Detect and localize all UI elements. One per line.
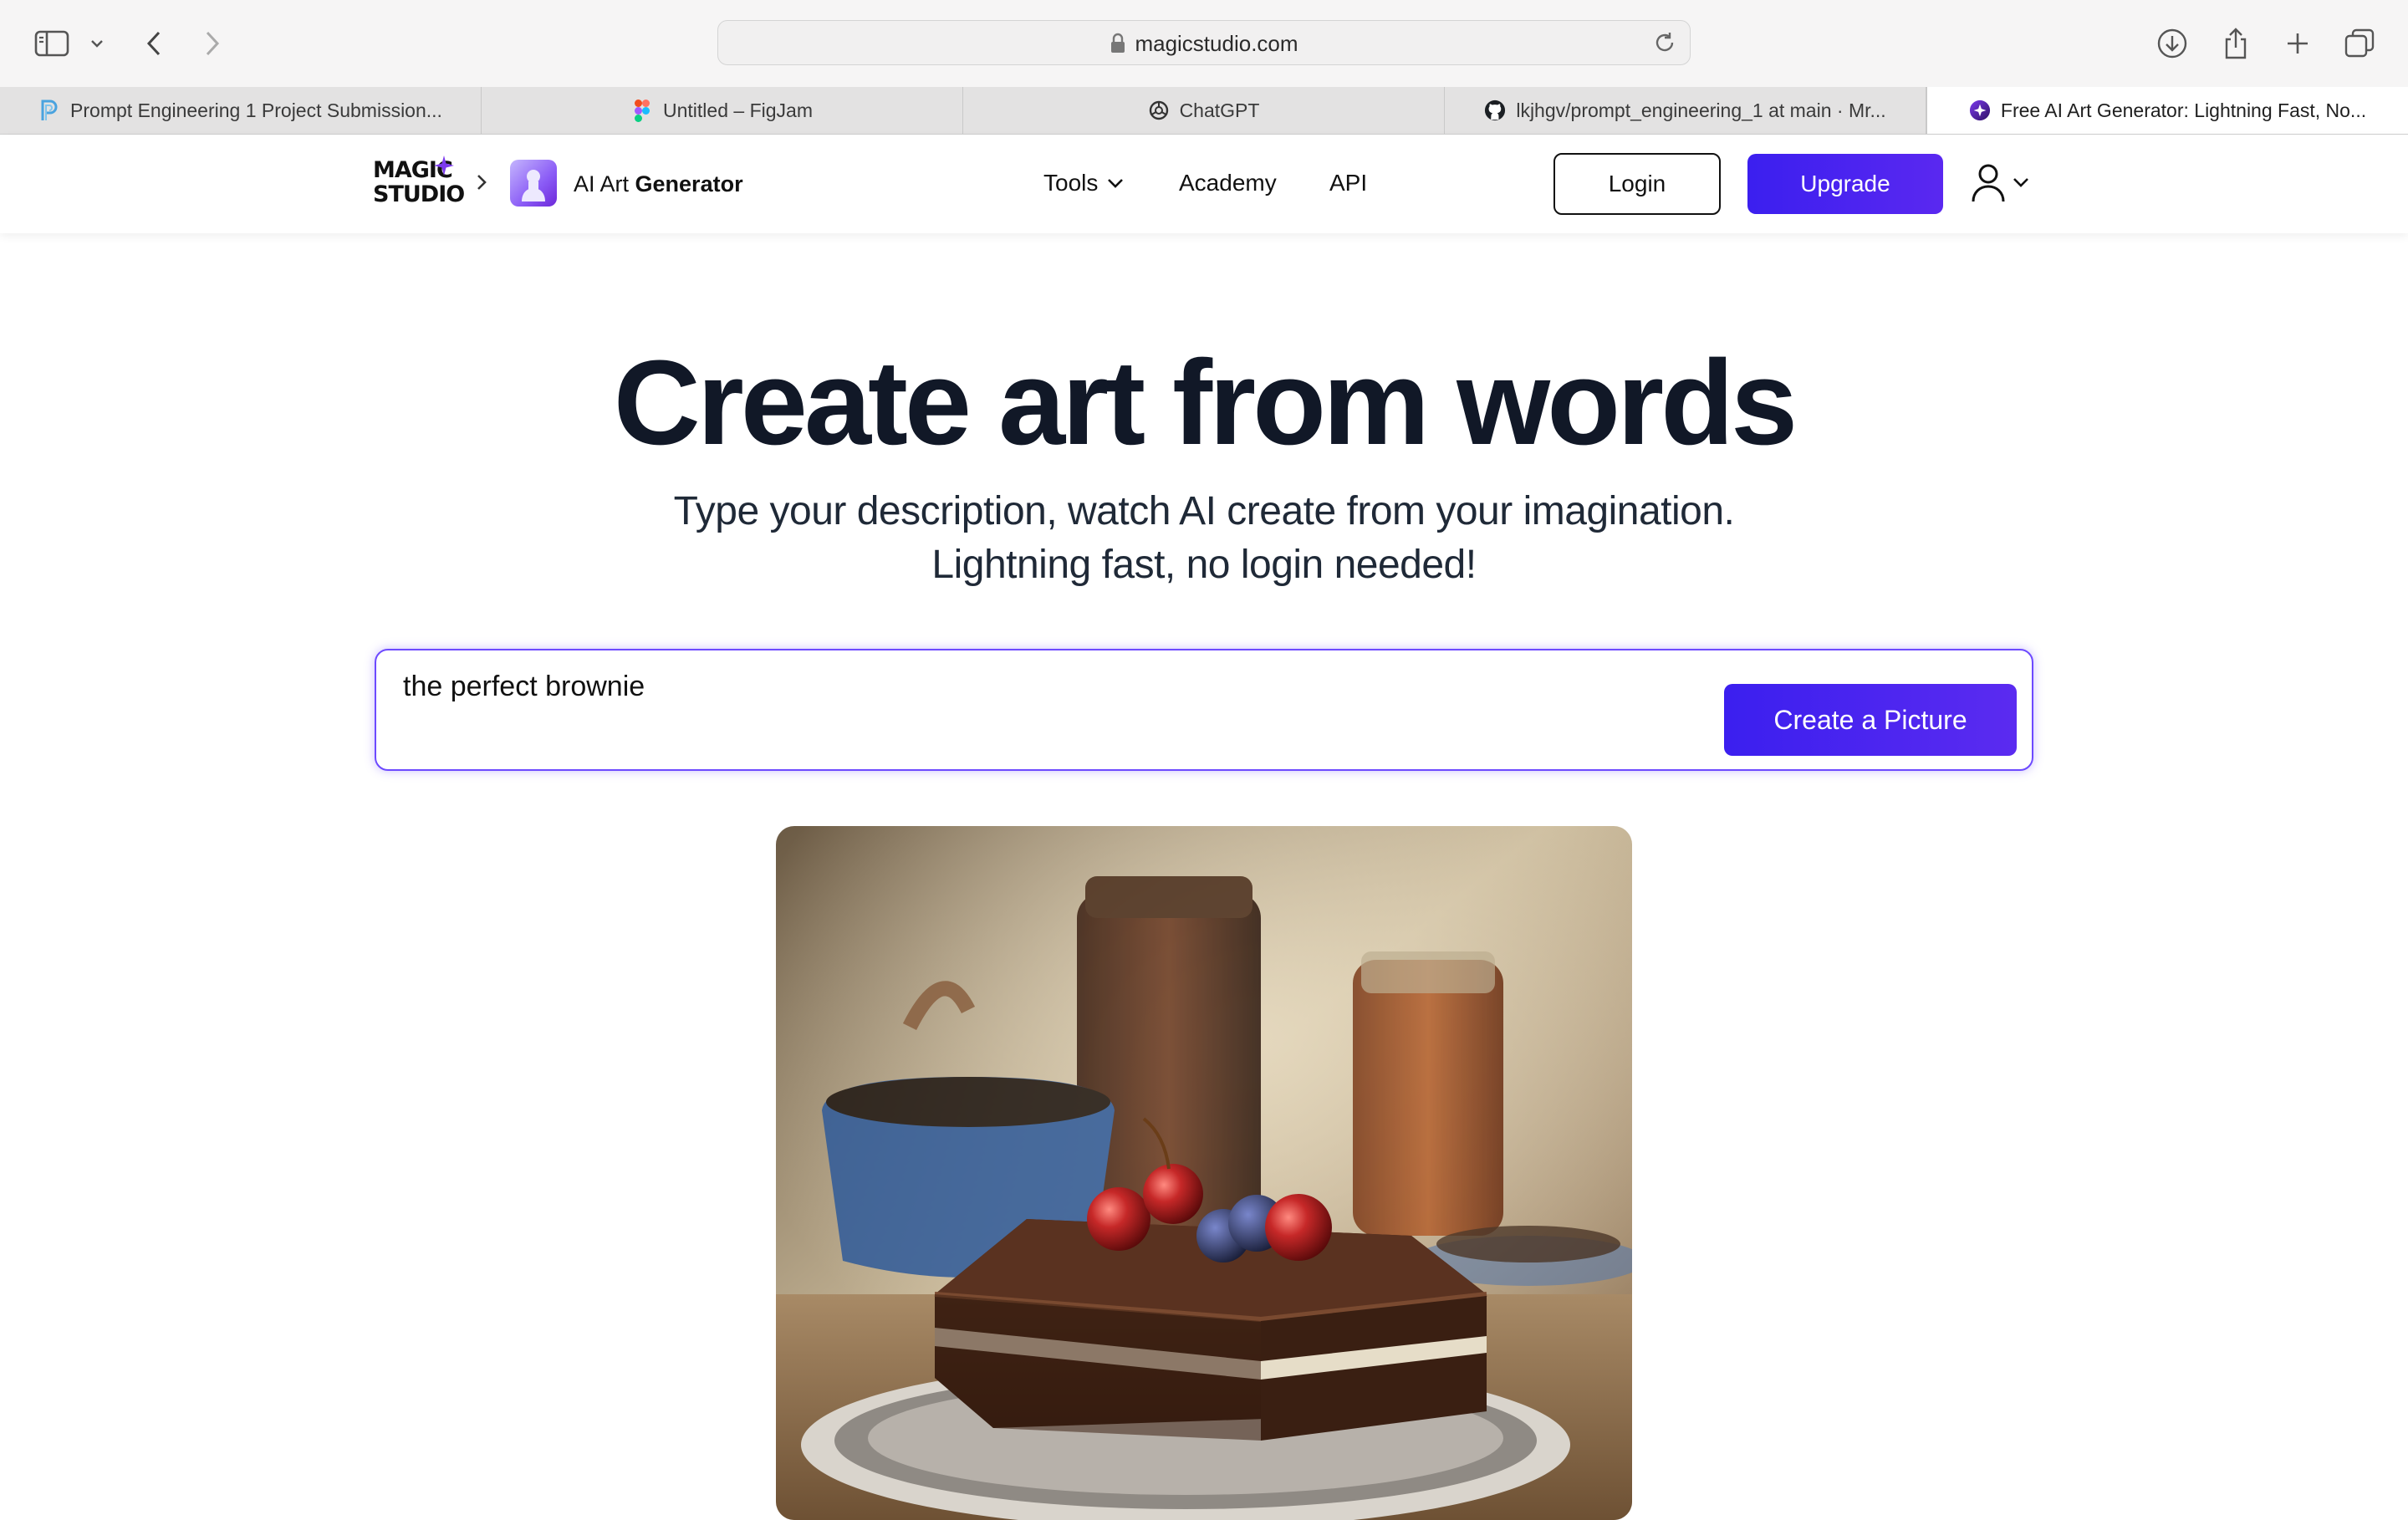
nav-tools-label: Tools (1043, 170, 1099, 196)
tab-title: Prompt Engineering 1 Project Submission.… (70, 99, 442, 121)
tab-github[interactable]: lkjhgv/prompt_engineering_1 at main · Mr… (1445, 87, 1926, 134)
chevron-down-icon (2013, 178, 2028, 187)
prompt-input[interactable]: the perfect brownie Create a Picture (375, 649, 2033, 771)
prompt-text[interactable]: the perfect brownie (403, 671, 645, 703)
magic-studio-icon (1969, 99, 1991, 121)
tab-magic-studio[interactable]: Free AI Art Generator: Lightning Fast, N… (1926, 87, 2408, 134)
sidebar-toggle-icon[interactable] (30, 22, 74, 65)
app-name-prefix: AI Art (574, 171, 635, 196)
tab-title: ChatGPT (1179, 99, 1260, 121)
subtitle-line-2: Lightning fast, no login needed! (931, 543, 1477, 587)
tab-figjam[interactable]: Untitled – FigJam (482, 87, 963, 134)
figma-icon (631, 99, 653, 122)
url-text: magicstudio.com (1135, 30, 1298, 56)
new-tab-icon[interactable] (2276, 22, 2319, 65)
lock-icon (1111, 33, 1125, 53)
user-icon (1972, 164, 2005, 202)
nav-academy[interactable]: Academy (1179, 170, 1277, 196)
p-logo-icon (38, 99, 60, 121)
nav-academy-label: Academy (1179, 170, 1277, 196)
chevron-down-icon[interactable] (77, 22, 117, 65)
sparkle-icon (434, 156, 454, 176)
nav-api[interactable]: API (1329, 170, 1367, 196)
share-icon[interactable] (2214, 22, 2258, 65)
tab-title: Untitled – FigJam (663, 99, 813, 121)
subtitle-line-1: Type your description, watch AI create f… (673, 489, 1735, 533)
downloads-icon[interactable] (2150, 22, 2194, 65)
user-menu[interactable] (1970, 161, 2030, 203)
site-header: MAGIC STUDIO AI Art Generator Tools Acad… (0, 135, 2408, 233)
ai-art-generator-icon (510, 160, 557, 207)
page-subtitle: Type your description, watch AI create f… (0, 485, 2408, 592)
login-button[interactable]: Login (1553, 153, 1721, 215)
nav-api-label: API (1329, 170, 1368, 196)
tab-prompt-engineering[interactable]: Prompt Engineering 1 Project Submission.… (0, 87, 482, 134)
logo-text-line2: STUDIO (373, 181, 465, 207)
create-picture-button[interactable]: Create a Picture (1724, 684, 2017, 756)
reload-icon[interactable] (1651, 29, 1678, 60)
chevron-right-icon (473, 170, 490, 199)
tab-chatgpt[interactable]: ChatGPT (963, 87, 1445, 134)
page-title: Create art from words (613, 335, 1798, 470)
openai-icon (1148, 99, 1170, 121)
tab-title: Free AI Art Generator: Lightning Fast, N… (2000, 99, 2367, 121)
github-icon (1484, 99, 1506, 121)
address-bar[interactable]: magicstudio.com (717, 20, 1691, 65)
forward-icon[interactable] (191, 22, 234, 65)
tab-bar: Prompt Engineering 1 Project Submission.… (0, 87, 2408, 135)
browser-toolbar: magicstudio.com (0, 0, 2408, 88)
upgrade-button[interactable]: Upgrade (1747, 154, 1943, 214)
chevron-down-icon (1108, 179, 1124, 188)
back-icon[interactable] (132, 22, 176, 65)
app-name[interactable]: AI Art Generator (574, 171, 743, 197)
generated-image[interactable] (776, 826, 1632, 1520)
app-name-bold: Generator (635, 171, 743, 196)
nav-tools[interactable]: Tools (1043, 170, 1125, 196)
tab-overview-icon[interactable] (2338, 22, 2381, 65)
magic-studio-logo[interactable]: MAGIC STUDIO (373, 156, 465, 213)
tab-title: lkjhgv/prompt_engineering_1 at main · Mr… (1516, 99, 1886, 121)
